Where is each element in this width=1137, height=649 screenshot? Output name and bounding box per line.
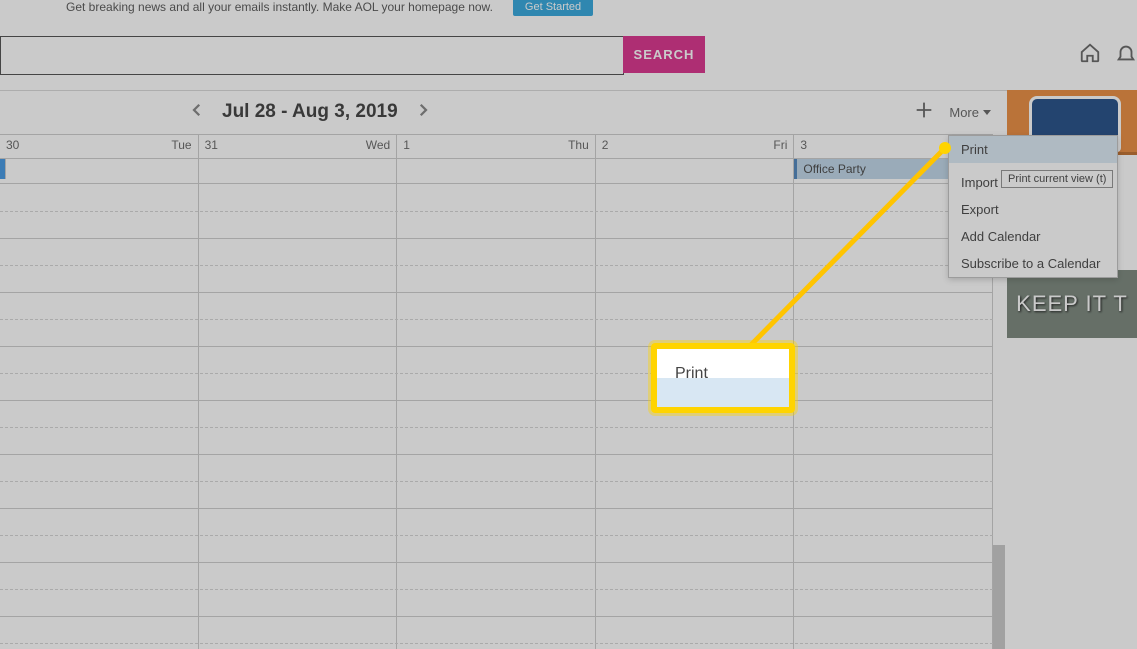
stage: { "banner":{"text":"Get breaking news an…	[0, 0, 1137, 649]
annotation-dot	[939, 142, 951, 154]
dim-overlay	[0, 0, 1137, 649]
highlight-print: Print	[651, 343, 795, 413]
highlight-label: Print	[675, 365, 708, 383]
